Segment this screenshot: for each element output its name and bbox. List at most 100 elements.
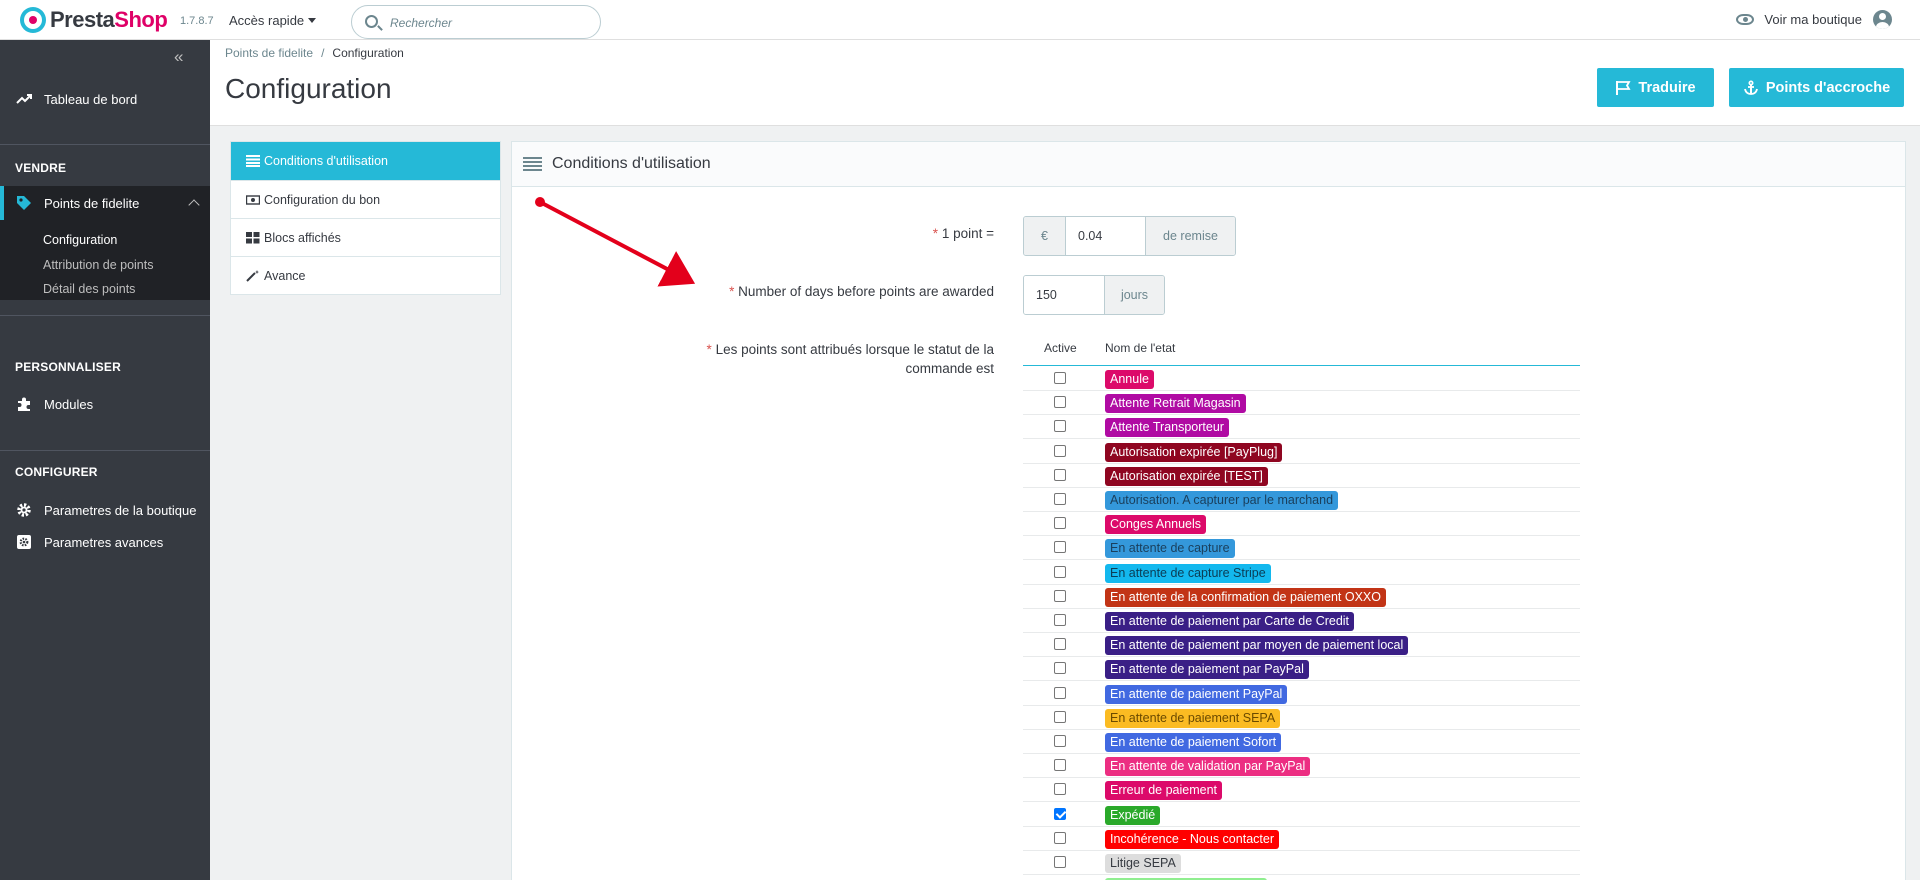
active-checkbox[interactable] xyxy=(1054,468,1066,481)
user-account-icon[interactable] xyxy=(1873,10,1892,29)
search-box[interactable] xyxy=(351,5,601,39)
sidebar-item-shop-params[interactable]: Parametres de la boutique xyxy=(0,498,210,522)
active-checkbox[interactable] xyxy=(1054,541,1066,554)
table-row xyxy=(1023,875,1580,880)
state-badge: Annule xyxy=(1105,370,1154,389)
active-checkbox[interactable] xyxy=(1054,493,1066,505)
active-checkbox[interactable] xyxy=(1054,614,1066,626)
sidebar-item-dashboard[interactable]: Tableau de bord xyxy=(0,87,210,111)
state-badge: Autorisation. A capturer par le marchand xyxy=(1105,491,1339,510)
grid-icon xyxy=(246,231,260,244)
active-checkbox[interactable] xyxy=(1054,662,1066,675)
config-tabs: Conditions d'utilisation Configuration d… xyxy=(230,141,501,295)
quick-access-dropdown[interactable]: Accès rapide xyxy=(229,13,317,28)
view-shop-link[interactable]: Voir ma boutique xyxy=(1736,12,1862,27)
days-group: jours xyxy=(1023,275,1165,315)
point-value-group: € de remise xyxy=(1023,216,1236,256)
breadcrumb: Points de fidelite / Configuration xyxy=(225,46,404,60)
anchor-icon xyxy=(1743,79,1759,96)
breadcrumb-separator: / xyxy=(321,46,325,60)
state-badge: Attente Retrait Magasin xyxy=(1105,394,1246,414)
submenu-details[interactable]: Détail des points xyxy=(43,282,135,296)
breadcrumb-parent[interactable]: Points de fidelite xyxy=(225,46,313,60)
active-checkbox[interactable] xyxy=(1054,517,1066,530)
table-row: En attente de paiement Sofort xyxy=(1023,730,1580,754)
days-input[interactable] xyxy=(1024,276,1104,314)
state-badge: Expédié xyxy=(1105,805,1161,825)
table-row: En attente de la confirmation de paiemen… xyxy=(1023,585,1580,609)
translate-button[interactable]: Traduire xyxy=(1597,68,1714,107)
view-shop-label: Voir ma boutique xyxy=(1764,12,1862,27)
active-checkbox[interactable] xyxy=(1054,372,1066,384)
tab-label: Configuration du bon xyxy=(264,192,381,207)
active-checkbox[interactable] xyxy=(1054,735,1066,747)
point-value-label: * 1 point = xyxy=(932,226,994,241)
list-icon xyxy=(246,155,260,167)
active-checkbox[interactable] xyxy=(1054,638,1066,651)
active-checkbox[interactable] xyxy=(1054,589,1066,602)
flag-icon xyxy=(1615,80,1631,96)
tab-voucher[interactable]: Configuration du bon xyxy=(231,180,500,218)
panel-heading: Conditions d'utilisation xyxy=(512,142,1905,187)
state-badge: Autorisation expirée [PayPlug] xyxy=(1105,442,1283,462)
table-row: Erreur de paiement xyxy=(1023,778,1580,803)
money-icon xyxy=(245,194,261,206)
active-checkbox[interactable] xyxy=(1054,710,1066,723)
translate-label: Traduire xyxy=(1638,79,1696,96)
eye-icon xyxy=(1736,14,1755,25)
trend-icon xyxy=(16,91,32,107)
caret-down-icon xyxy=(308,18,317,23)
point-value-input[interactable] xyxy=(1066,217,1145,255)
table-row: Autorisation expirée [PayPlug] xyxy=(1023,440,1580,464)
active-checkbox[interactable] xyxy=(1054,759,1066,772)
active-checkbox[interactable] xyxy=(1054,783,1066,796)
puzzle-icon xyxy=(16,396,32,412)
submenu-attribution[interactable]: Attribution de points xyxy=(43,258,154,272)
sidebar-item-label: Parametres de la boutique xyxy=(44,502,197,518)
tab-conditions[interactable]: Conditions d'utilisation xyxy=(231,142,500,180)
cogbox-icon xyxy=(16,534,32,550)
search-icon[interactable] xyxy=(365,15,378,28)
table-row: Annule xyxy=(1023,367,1580,391)
state-badge: En attente de paiement Sofort xyxy=(1105,733,1282,752)
search-input[interactable] xyxy=(390,13,590,33)
submenu-configuration[interactable]: Configuration xyxy=(43,233,117,247)
state-badge: En attente de la confirmation de paiemen… xyxy=(1105,587,1386,607)
col-active-header: Active xyxy=(1044,341,1077,355)
sidebar-item-modules[interactable]: Modules xyxy=(0,392,210,416)
currency-addon: € xyxy=(1024,217,1066,255)
panel-title: Conditions d'utilisation xyxy=(552,155,711,172)
page-title: Configuration xyxy=(225,73,392,104)
page-header: Points de fidelite / Configuration Configu… xyxy=(210,40,1920,126)
days-addon: jours xyxy=(1104,276,1164,314)
state-badge: En attente de paiement PayPal xyxy=(1105,684,1288,704)
table-row: Autorisation. A capturer par le marchand xyxy=(1023,488,1580,512)
tab-advanced[interactable]: Avance xyxy=(231,256,500,294)
sidebar-divider xyxy=(0,144,210,145)
state-badge: Autorisation expirée [TEST] xyxy=(1105,466,1268,486)
active-checkbox[interactable] xyxy=(1054,831,1066,844)
table-row: Litige SEPA xyxy=(1023,851,1580,875)
table-row: Incohérence - Nous contacter xyxy=(1023,827,1580,851)
active-checkbox[interactable] xyxy=(1054,807,1066,820)
state-badge: Attente Transporteur xyxy=(1105,418,1229,438)
sidebar-item-advanced-params[interactable]: Parametres avances xyxy=(0,530,210,554)
active-checkbox[interactable] xyxy=(1054,444,1066,457)
col-name-header: Nom de l'etat xyxy=(1105,341,1176,355)
collapse-sidebar-icon[interactable]: « xyxy=(174,47,183,67)
tab-blocks[interactable]: Blocs affichés xyxy=(231,218,500,256)
state-badge: En attente de paiement par PayPal xyxy=(1105,660,1309,680)
state-badge: Incohérence - Nous contacter xyxy=(1105,829,1279,849)
active-checkbox[interactable] xyxy=(1054,396,1066,409)
sidebar-item-loyalty[interactable]: Points de fidelite xyxy=(0,191,210,215)
state-badge: En attente de paiement par Carte de Cred… xyxy=(1105,612,1355,631)
active-checkbox[interactable] xyxy=(1054,565,1066,578)
active-checkbox[interactable] xyxy=(1054,856,1066,868)
state-badge: En attente de paiement SEPA xyxy=(1105,708,1281,728)
active-checkbox[interactable] xyxy=(1054,420,1066,433)
active-checkbox[interactable] xyxy=(1054,686,1066,699)
table-row: Expédié xyxy=(1023,803,1580,827)
prestashop-logo[interactable]: PrestaShop xyxy=(20,7,168,33)
hooks-button[interactable]: Points d'accroche xyxy=(1729,68,1904,107)
section-configure: CONFIGURER xyxy=(15,465,98,479)
